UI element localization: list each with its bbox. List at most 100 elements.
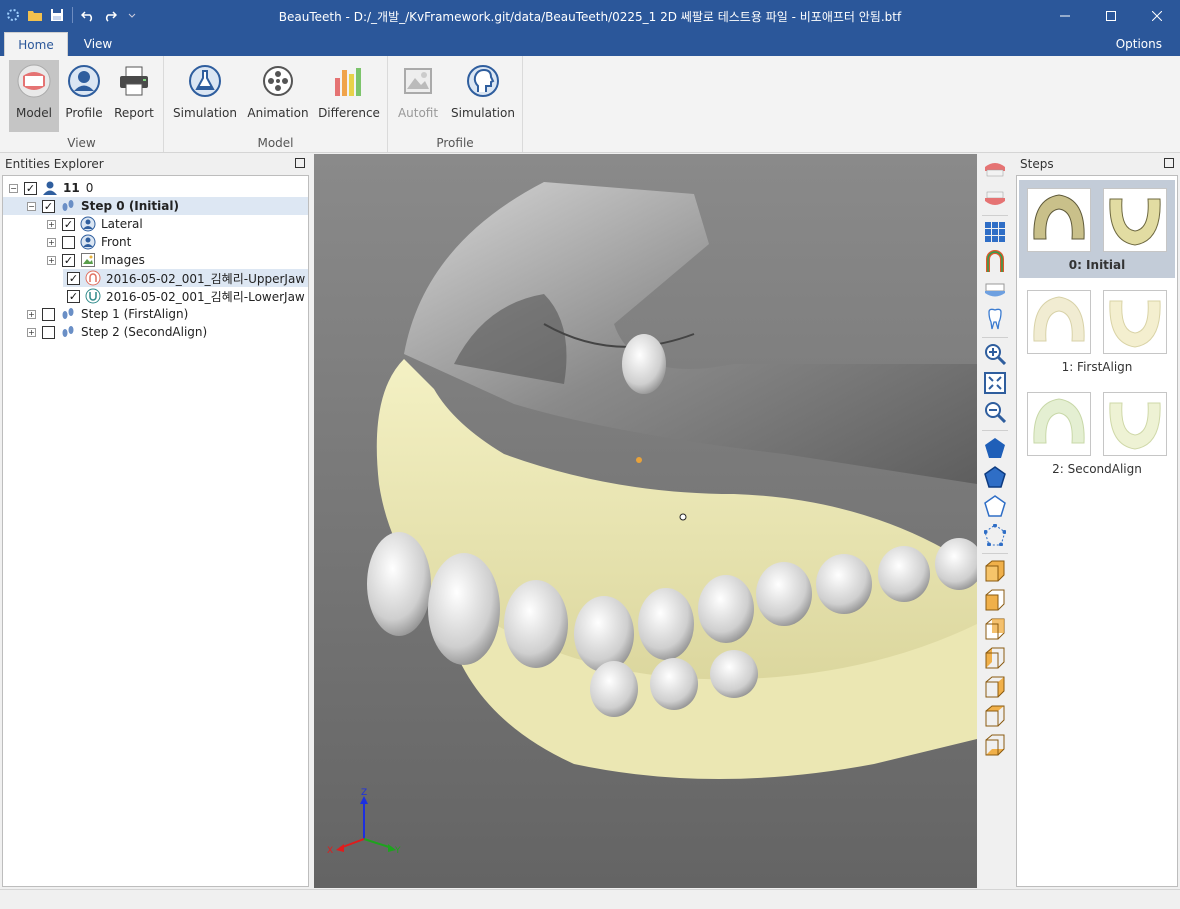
- tree-node-label: Step 1 (FirstAlign): [81, 307, 189, 321]
- shaded-edges-icon[interactable]: [983, 465, 1007, 489]
- upper-dentures-icon[interactable]: [983, 158, 1007, 182]
- collapse-toggle[interactable]: −: [9, 183, 18, 193]
- step-item-0[interactable]: 0: Initial: [1019, 180, 1175, 278]
- group-view: Model Profile Report View: [0, 56, 164, 152]
- tree-node-label: Lateral: [101, 217, 143, 231]
- marker-point[interactable]: [679, 513, 687, 521]
- minimize-button[interactable]: [1042, 0, 1088, 32]
- checkbox-checked[interactable]: ✓: [62, 217, 75, 231]
- 3d-viewport[interactable]: Z Y X: [314, 154, 977, 888]
- film-reel-icon: [259, 62, 297, 100]
- marker-point[interactable]: [636, 457, 642, 463]
- expand-toggle[interactable]: +: [27, 309, 36, 319]
- flask-icon: [186, 62, 224, 100]
- tree-node-root[interactable]: − ✓ 11 0: [9, 179, 93, 197]
- axis-x-label: X: [327, 846, 334, 856]
- expand-toggle[interactable]: +: [27, 327, 36, 337]
- points-icon[interactable]: [983, 523, 1007, 547]
- axis-y-label: Y: [395, 846, 401, 856]
- difference-button[interactable]: Difference: [316, 60, 382, 132]
- upper-jaw-icon: [85, 270, 101, 286]
- single-tooth-icon[interactable]: [983, 307, 1007, 331]
- step-item-1[interactable]: 1: FirstAlign: [1019, 282, 1175, 380]
- upper-jaw-thumbnail: [1027, 290, 1091, 354]
- wireframe-icon[interactable]: [983, 494, 1007, 518]
- checkbox-checked[interactable]: ✓: [67, 271, 80, 285]
- view-front-icon[interactable]: [983, 588, 1007, 612]
- steps-header: Steps: [1015, 154, 1180, 174]
- checkbox-checked[interactable]: ✓: [62, 253, 75, 267]
- title-bar: BeauTeeth - D:/_개발_/KvFramework.git/data…: [0, 0, 1180, 32]
- back-molar: [622, 334, 666, 394]
- view-bottom-icon[interactable]: [983, 733, 1007, 757]
- entities-explorer-panel: Entities Explorer − ✓ 11 0 − ✓ Step 0 (I…: [0, 154, 311, 888]
- checkbox-checked[interactable]: ✓: [67, 289, 80, 303]
- animation-button[interactable]: Animation: [246, 60, 310, 132]
- collapse-toggle[interactable]: −: [27, 201, 36, 211]
- tree-node-label: 2016-05-02_001_김혜리-LowerJaw: [106, 289, 305, 304]
- group-model: Simulation Animation Difference Model: [164, 56, 388, 152]
- status-bar: [0, 889, 1180, 909]
- tab-home[interactable]: Home: [4, 32, 68, 56]
- view-iso-icon[interactable]: [983, 559, 1007, 583]
- view-left-icon[interactable]: [983, 646, 1007, 670]
- expand-toggle[interactable]: +: [47, 255, 56, 265]
- model-simulation-label: Simulation: [173, 106, 237, 120]
- profile-button[interactable]: Profile: [62, 60, 106, 132]
- lower-dentures-icon[interactable]: [983, 186, 1007, 210]
- checkbox-unchecked[interactable]: [42, 307, 55, 321]
- bar-chart-icon: [330, 62, 368, 100]
- tree-node-upper-jaw[interactable]: ✓ 2016-05-02_001_김혜리-UpperJaw: [63, 269, 308, 287]
- tree-node-images[interactable]: + ✓ Images: [47, 251, 145, 269]
- image-icon: [80, 252, 96, 268]
- tree-node-lower-jaw[interactable]: ✓ 2016-05-02_001_김혜리-LowerJaw: [67, 287, 305, 305]
- teeth-row-icon[interactable]: [983, 278, 1007, 302]
- animation-label: Animation: [247, 106, 309, 120]
- solid-shading-icon[interactable]: [983, 436, 1007, 460]
- model-simulation-button[interactable]: Simulation: [173, 60, 237, 132]
- options-menu[interactable]: Options: [1116, 37, 1162, 51]
- maximize-button[interactable]: [1088, 0, 1134, 32]
- tree-node-front[interactable]: + Front: [47, 233, 131, 251]
- person-profile-icon: [80, 216, 96, 232]
- panel-restore-icon[interactable]: [1164, 158, 1174, 168]
- checkbox-checked[interactable]: ✓: [42, 199, 55, 213]
- panel-restore-icon[interactable]: [295, 158, 305, 168]
- tab-view[interactable]: View: [70, 32, 126, 56]
- tree-node-label: Step 2 (SecondAlign): [81, 325, 208, 339]
- profile-simulation-button[interactable]: Simulation: [450, 60, 516, 132]
- checkbox-checked[interactable]: ✓: [24, 181, 37, 195]
- checkbox-unchecked[interactable]: [62, 235, 75, 249]
- tree-node-step-0[interactable]: − ✓ Step 0 (Initial): [3, 197, 308, 215]
- profile-simulation-label: Simulation: [451, 106, 515, 120]
- tree-node-step-2[interactable]: + Step 2 (SecondAlign): [27, 323, 207, 341]
- zoom-out-icon[interactable]: [983, 400, 1007, 424]
- group-profile-title: Profile: [436, 136, 474, 150]
- group-model-title: Model: [257, 136, 294, 150]
- tree-node-step-1[interactable]: + Step 1 (FirstAlign): [27, 305, 188, 323]
- view-back-icon[interactable]: [983, 617, 1007, 641]
- expand-toggle[interactable]: +: [47, 219, 56, 229]
- checkbox-unchecked[interactable]: [42, 325, 55, 339]
- difference-label: Difference: [318, 106, 380, 120]
- zoom-fit-icon[interactable]: [983, 371, 1007, 395]
- step-item-2[interactable]: 2: SecondAlign: [1019, 384, 1175, 482]
- tree-node-lateral[interactable]: + ✓ Lateral: [47, 215, 143, 233]
- profile-label: Profile: [65, 106, 103, 120]
- window-title: BeauTeeth - D:/_개발_/KvFramework.git/data…: [278, 10, 902, 24]
- autofit-button[interactable]: Autofit: [394, 60, 442, 132]
- grid-view-icon[interactable]: [983, 220, 1007, 244]
- report-button[interactable]: Report: [110, 60, 158, 132]
- expand-toggle[interactable]: +: [47, 237, 56, 247]
- zoom-in-icon[interactable]: [983, 342, 1007, 366]
- footsteps-icon: [60, 324, 76, 340]
- view-top-icon[interactable]: [983, 704, 1007, 728]
- close-button[interactable]: [1134, 0, 1180, 32]
- tree-node-label: Front: [101, 235, 132, 249]
- lower-jaw-icon: [85, 288, 101, 304]
- view-right-icon[interactable]: [983, 675, 1007, 699]
- model-button[interactable]: Model: [9, 60, 59, 132]
- arch-icon[interactable]: [983, 249, 1007, 273]
- toolbar-separator: [982, 553, 1008, 554]
- tree-node-label: Images: [101, 253, 145, 267]
